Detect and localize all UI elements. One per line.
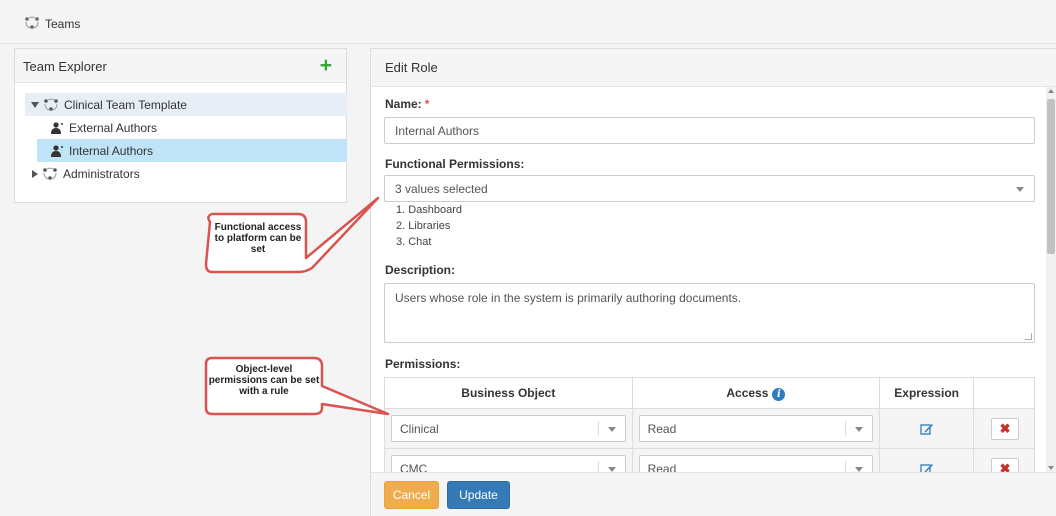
business-object-cell: Clinical bbox=[384, 408, 633, 449]
edit-role-header: Edit Role bbox=[371, 49, 1056, 87]
select-divider bbox=[845, 421, 847, 436]
scroll-up-icon[interactable] bbox=[1048, 89, 1054, 93]
access-cell: Read bbox=[631, 408, 881, 449]
functional-permissions-list: 1. Dashboard 2. Libraries 3. Chat bbox=[396, 202, 462, 250]
list-item: 2. Libraries bbox=[396, 220, 451, 232]
business-object-value: Clinical bbox=[400, 422, 439, 436]
table-row: Clinical Read ✖ bbox=[384, 408, 1035, 449]
column-header-business-object: Business Object bbox=[384, 377, 633, 409]
chevron-down-icon bbox=[1016, 187, 1024, 192]
team-icon bbox=[25, 16, 39, 29]
required-marker: * bbox=[424, 97, 430, 111]
column-header-expression: Expression bbox=[879, 377, 975, 409]
chevron-down-icon bbox=[855, 427, 864, 432]
tree-node-internal-authors[interactable]: Internal Authors bbox=[37, 139, 347, 162]
vertical-scrollbar[interactable] bbox=[1046, 87, 1056, 472]
team-icon bbox=[44, 98, 58, 111]
add-team-button[interactable]: + bbox=[320, 54, 332, 78]
remove-row-button[interactable]: ✖ bbox=[991, 418, 1020, 440]
tree-node-label: Internal Authors bbox=[69, 143, 154, 158]
name-label: Name: * bbox=[385, 97, 429, 111]
team-icon bbox=[43, 167, 57, 180]
access-value: Read bbox=[647, 422, 677, 436]
tree-node-administrators[interactable]: Administrators bbox=[25, 162, 347, 185]
team-explorer-panel: Team Explorer + Clinical Team Template E… bbox=[14, 48, 347, 203]
tree-node-label: Administrators bbox=[63, 166, 140, 181]
list-item: 3. Chat bbox=[396, 236, 432, 248]
resize-handle[interactable] bbox=[1025, 333, 1032, 340]
top-bar: Teams bbox=[0, 0, 1056, 44]
access-select[interactable]: Read bbox=[638, 415, 874, 442]
column-header-access: Access i bbox=[631, 377, 881, 409]
name-input-value: Internal Authors bbox=[395, 124, 480, 138]
tree-node-external-authors[interactable]: External Authors bbox=[37, 116, 347, 139]
team-explorer-header: Team Explorer + bbox=[15, 49, 346, 83]
callout-functional-access: Functional access to platform can be set bbox=[214, 222, 302, 255]
actions-cell: ✖ bbox=[973, 408, 1035, 449]
column-header-actions bbox=[973, 377, 1035, 409]
expression-cell bbox=[879, 408, 975, 449]
column-header-access-text: Access bbox=[726, 385, 769, 400]
edit-role-panel: Edit Role Name: * Internal Authors Functi… bbox=[370, 48, 1056, 516]
description-textarea[interactable]: Users whose role in the system is primar… bbox=[384, 283, 1035, 343]
team-explorer-title: Team Explorer bbox=[23, 59, 107, 74]
list-item: 1. Dashboard bbox=[396, 204, 463, 216]
tree-node-label: Clinical Team Template bbox=[64, 97, 187, 112]
callout-object-permissions: Object-level permissions can be set with… bbox=[208, 364, 320, 397]
update-button[interactable]: Update bbox=[447, 481, 510, 509]
edit-role-title: Edit Role bbox=[385, 60, 438, 75]
functional-permissions-value: 3 values selected bbox=[395, 182, 488, 196]
expand-caret-icon[interactable] bbox=[32, 169, 38, 178]
chevron-down-icon bbox=[607, 427, 616, 432]
user-role-icon bbox=[51, 144, 63, 157]
functional-permissions-label: Functional Permissions: bbox=[385, 157, 525, 171]
cancel-button[interactable]: Cancel bbox=[384, 481, 439, 509]
business-object-select[interactable]: Clinical bbox=[391, 415, 626, 442]
info-icon[interactable]: i bbox=[772, 387, 786, 401]
functional-permissions-select[interactable]: 3 values selected bbox=[384, 175, 1035, 202]
permissions-label: Permissions: bbox=[385, 357, 461, 371]
name-input[interactable]: Internal Authors bbox=[384, 117, 1035, 144]
scrollbar-thumb[interactable] bbox=[1047, 99, 1055, 254]
team-tree: Clinical Team Template External Authors … bbox=[25, 93, 347, 185]
collapse-caret-icon[interactable] bbox=[31, 101, 39, 108]
table-header-row: Business Object Access i Expression bbox=[384, 377, 1035, 409]
tree-node-label: External Authors bbox=[69, 120, 158, 135]
tree-node-clinical-team-template[interactable]: Clinical Team Template bbox=[25, 93, 347, 116]
edit-role-footer: Cancel Update bbox=[371, 472, 1056, 516]
app-title: Teams bbox=[45, 17, 81, 31]
scroll-down-icon[interactable] bbox=[1048, 466, 1054, 470]
edit-expression-icon[interactable] bbox=[919, 423, 934, 435]
user-role-icon bbox=[51, 121, 63, 134]
name-label-text: Name: bbox=[385, 97, 422, 111]
description-label: Description: bbox=[385, 263, 456, 277]
description-value: Users whose role in the system is primar… bbox=[395, 291, 742, 305]
select-divider bbox=[597, 421, 599, 436]
